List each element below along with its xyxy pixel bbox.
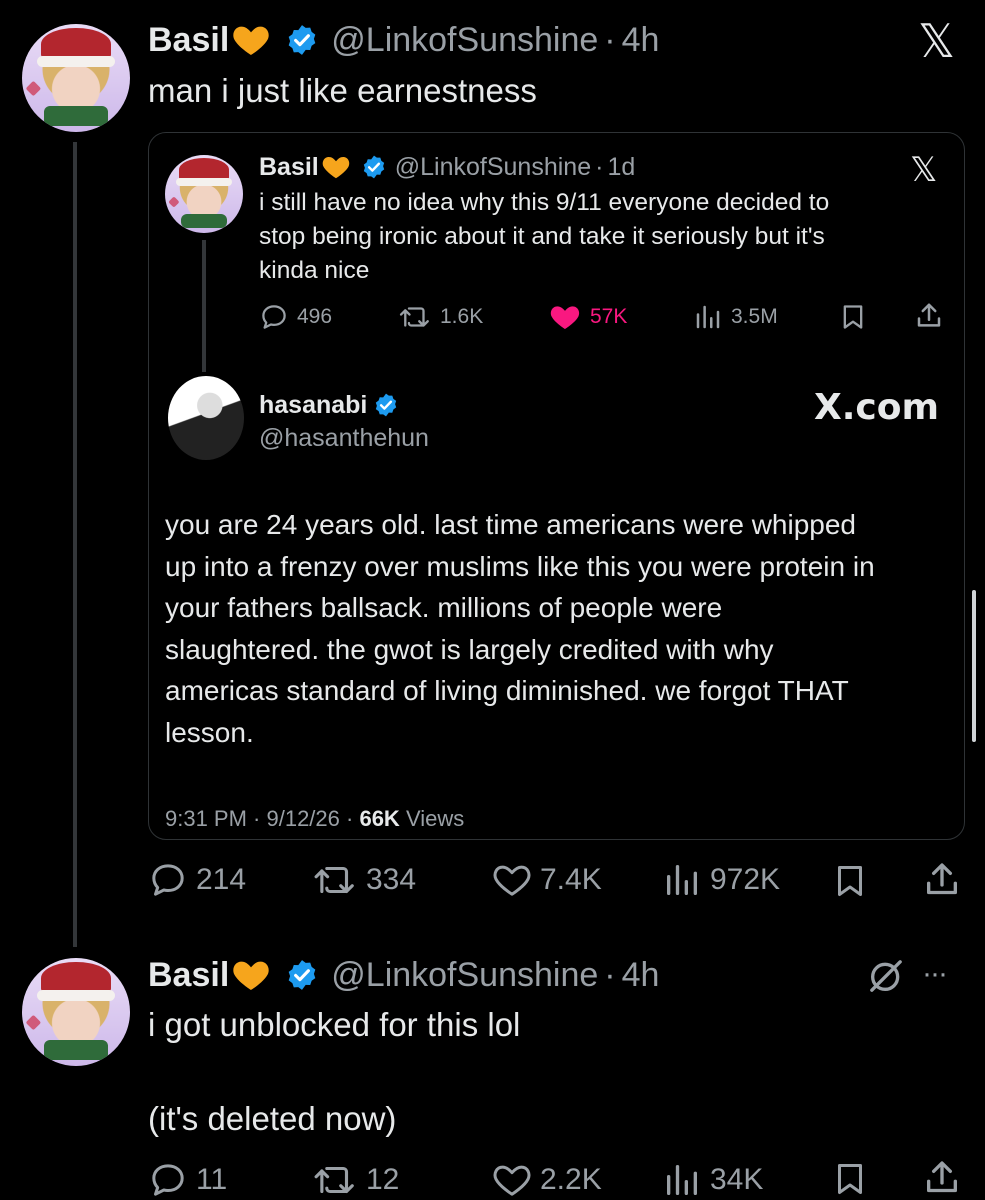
author-handle[interactable]: @LinkofSunshine	[331, 956, 598, 995]
verified-badge-icon	[376, 393, 397, 417]
timestamp[interactable]: 4h	[622, 956, 660, 995]
like-count: 57K	[590, 305, 628, 328]
views-count: 3.5M	[731, 305, 778, 328]
avatar[interactable]	[22, 24, 130, 132]
reply-icon	[152, 864, 184, 896]
embedded-header: hasanabi	[259, 388, 399, 422]
quoted-header: Basil @LinkofSunshine · 1d	[259, 150, 635, 184]
bookmark-icon[interactable]	[832, 1160, 868, 1198]
share-icon[interactable]	[922, 860, 962, 900]
timestamp[interactable]: 4h	[622, 21, 660, 60]
tweet-header: Basil @LinkofSunshine · 4h	[148, 18, 659, 62]
embedded-text-line: up into a frenzy over muslims like this …	[165, 550, 875, 582]
embedded-views-count: 66K	[359, 806, 400, 831]
retweet-button[interactable]: 334	[312, 860, 416, 900]
retweet-icon	[314, 866, 354, 894]
views-icon	[667, 1165, 697, 1195]
reply-count: 11	[196, 1163, 228, 1196]
like-icon	[550, 306, 580, 329]
reply-button[interactable]: 214	[148, 860, 246, 900]
embedded-text-line: lesson.	[165, 716, 254, 748]
embedded-text-line: your fathers ballsack. millions of peopl…	[165, 592, 723, 624]
retweet-count: 12	[366, 1163, 400, 1196]
quoted-thread-line	[202, 240, 206, 372]
views-button[interactable]: 34K	[662, 1160, 763, 1200]
separator-dot: ·	[604, 20, 616, 59]
like-button[interactable]: 7.4K	[490, 860, 602, 900]
quoted-text-line: i still have no idea why this 9/11 every…	[259, 189, 830, 216]
quoted-tweet-text: i still have no idea why this 9/11 every…	[259, 186, 829, 288]
avatar[interactable]	[22, 958, 130, 1066]
reply-icon	[262, 305, 286, 329]
separator-dot: ·	[604, 955, 616, 994]
reply-icon	[152, 1164, 184, 1196]
views-icon	[696, 305, 720, 329]
views-count: 972K	[710, 863, 781, 896]
x-logo-icon: 𝕏	[918, 14, 956, 68]
embedded-footer: 9:31 PM · 9/12/26 · 66K Views	[165, 804, 464, 834]
retweet-button[interactable]: 1.6K	[398, 300, 483, 334]
embedded-text-line: you are 24 years old. last time american…	[165, 509, 857, 540]
like-button[interactable]: 2.2K	[490, 1160, 602, 1200]
quoted-author-handle[interactable]: @LinkofSunshine	[395, 153, 591, 182]
retweet-count: 1.6K	[440, 305, 484, 328]
scrollbar[interactable]	[972, 590, 976, 742]
retweet-count: 334	[366, 863, 417, 896]
tweet-text-line: (it's deleted now)	[148, 1100, 397, 1137]
quoted-author-name[interactable]: Basil	[259, 153, 319, 182]
author-name[interactable]: Basil	[148, 21, 229, 60]
author-name[interactable]: Basil	[148, 956, 229, 995]
quoted-timestamp[interactable]: 1d	[607, 153, 635, 182]
embedded-text-line: americas standard of living diminished. …	[165, 675, 849, 707]
embedded-timestamp: 9:31 PM · 9/12/26 ·	[165, 806, 354, 831]
like-button[interactable]: 57K	[548, 300, 627, 334]
embedded-author-name[interactable]: hasanabi	[259, 391, 367, 420]
bookmark-icon[interactable]	[832, 862, 868, 900]
embedded-text-line: slaughtered. the gwot is largely credite…	[165, 633, 774, 665]
verified-badge-icon	[288, 960, 316, 990]
share-icon[interactable]	[922, 1158, 962, 1198]
quoted-avatar[interactable]	[165, 155, 243, 233]
reply-count: 214	[196, 863, 247, 896]
tweet-text: man i just like earnestness	[148, 72, 537, 109]
author-handle[interactable]: @LinkofSunshine	[331, 21, 598, 60]
like-icon	[493, 865, 531, 896]
orange-heart-icon	[233, 26, 269, 55]
embedded-author-handle[interactable]: @hasanthehun	[259, 422, 429, 454]
views-icon	[667, 865, 697, 895]
retweet-icon	[314, 1166, 354, 1194]
views-button[interactable]: 3.5M	[693, 300, 778, 334]
x-logo-icon: 𝕏	[910, 150, 938, 190]
tweet-text-line: i got unblocked for this lol	[148, 1006, 521, 1043]
embedded-tweet-text: you are 24 years old. last time american…	[165, 504, 875, 754]
views-button[interactable]: 972K	[662, 860, 780, 900]
share-icon[interactable]	[914, 300, 944, 332]
verified-badge-icon	[363, 155, 384, 179]
reply-button[interactable]: 496	[259, 300, 332, 334]
orange-heart-icon	[322, 157, 350, 179]
more-icon[interactable]: ···	[922, 956, 948, 992]
orange-heart-icon	[233, 961, 269, 990]
like-count: 7.4K	[540, 863, 602, 896]
like-count: 2.2K	[540, 1163, 602, 1196]
grok-icon[interactable]	[866, 956, 906, 996]
bookmark-icon[interactable]	[839, 302, 867, 332]
views-count: 34K	[710, 1163, 764, 1196]
like-icon	[493, 1165, 531, 1196]
quoted-text-line: kinda nice	[259, 257, 370, 284]
reply-button[interactable]: 11	[148, 1160, 227, 1200]
embedded-avatar[interactable]	[168, 376, 244, 460]
separator-dot: ·	[595, 152, 604, 181]
embedded-views-label: Views	[405, 806, 465, 831]
retweet-button[interactable]: 12	[312, 1160, 399, 1200]
reply-count: 496	[297, 305, 333, 328]
verified-badge-icon	[288, 25, 316, 55]
tweet-header: Basil @LinkofSunshine · 4h	[148, 953, 659, 997]
thread-line	[73, 142, 77, 947]
quoted-text-line: stop being ironic about it and take it s…	[259, 223, 825, 250]
retweet-icon	[399, 307, 429, 327]
source-label: X.com	[814, 387, 940, 428]
